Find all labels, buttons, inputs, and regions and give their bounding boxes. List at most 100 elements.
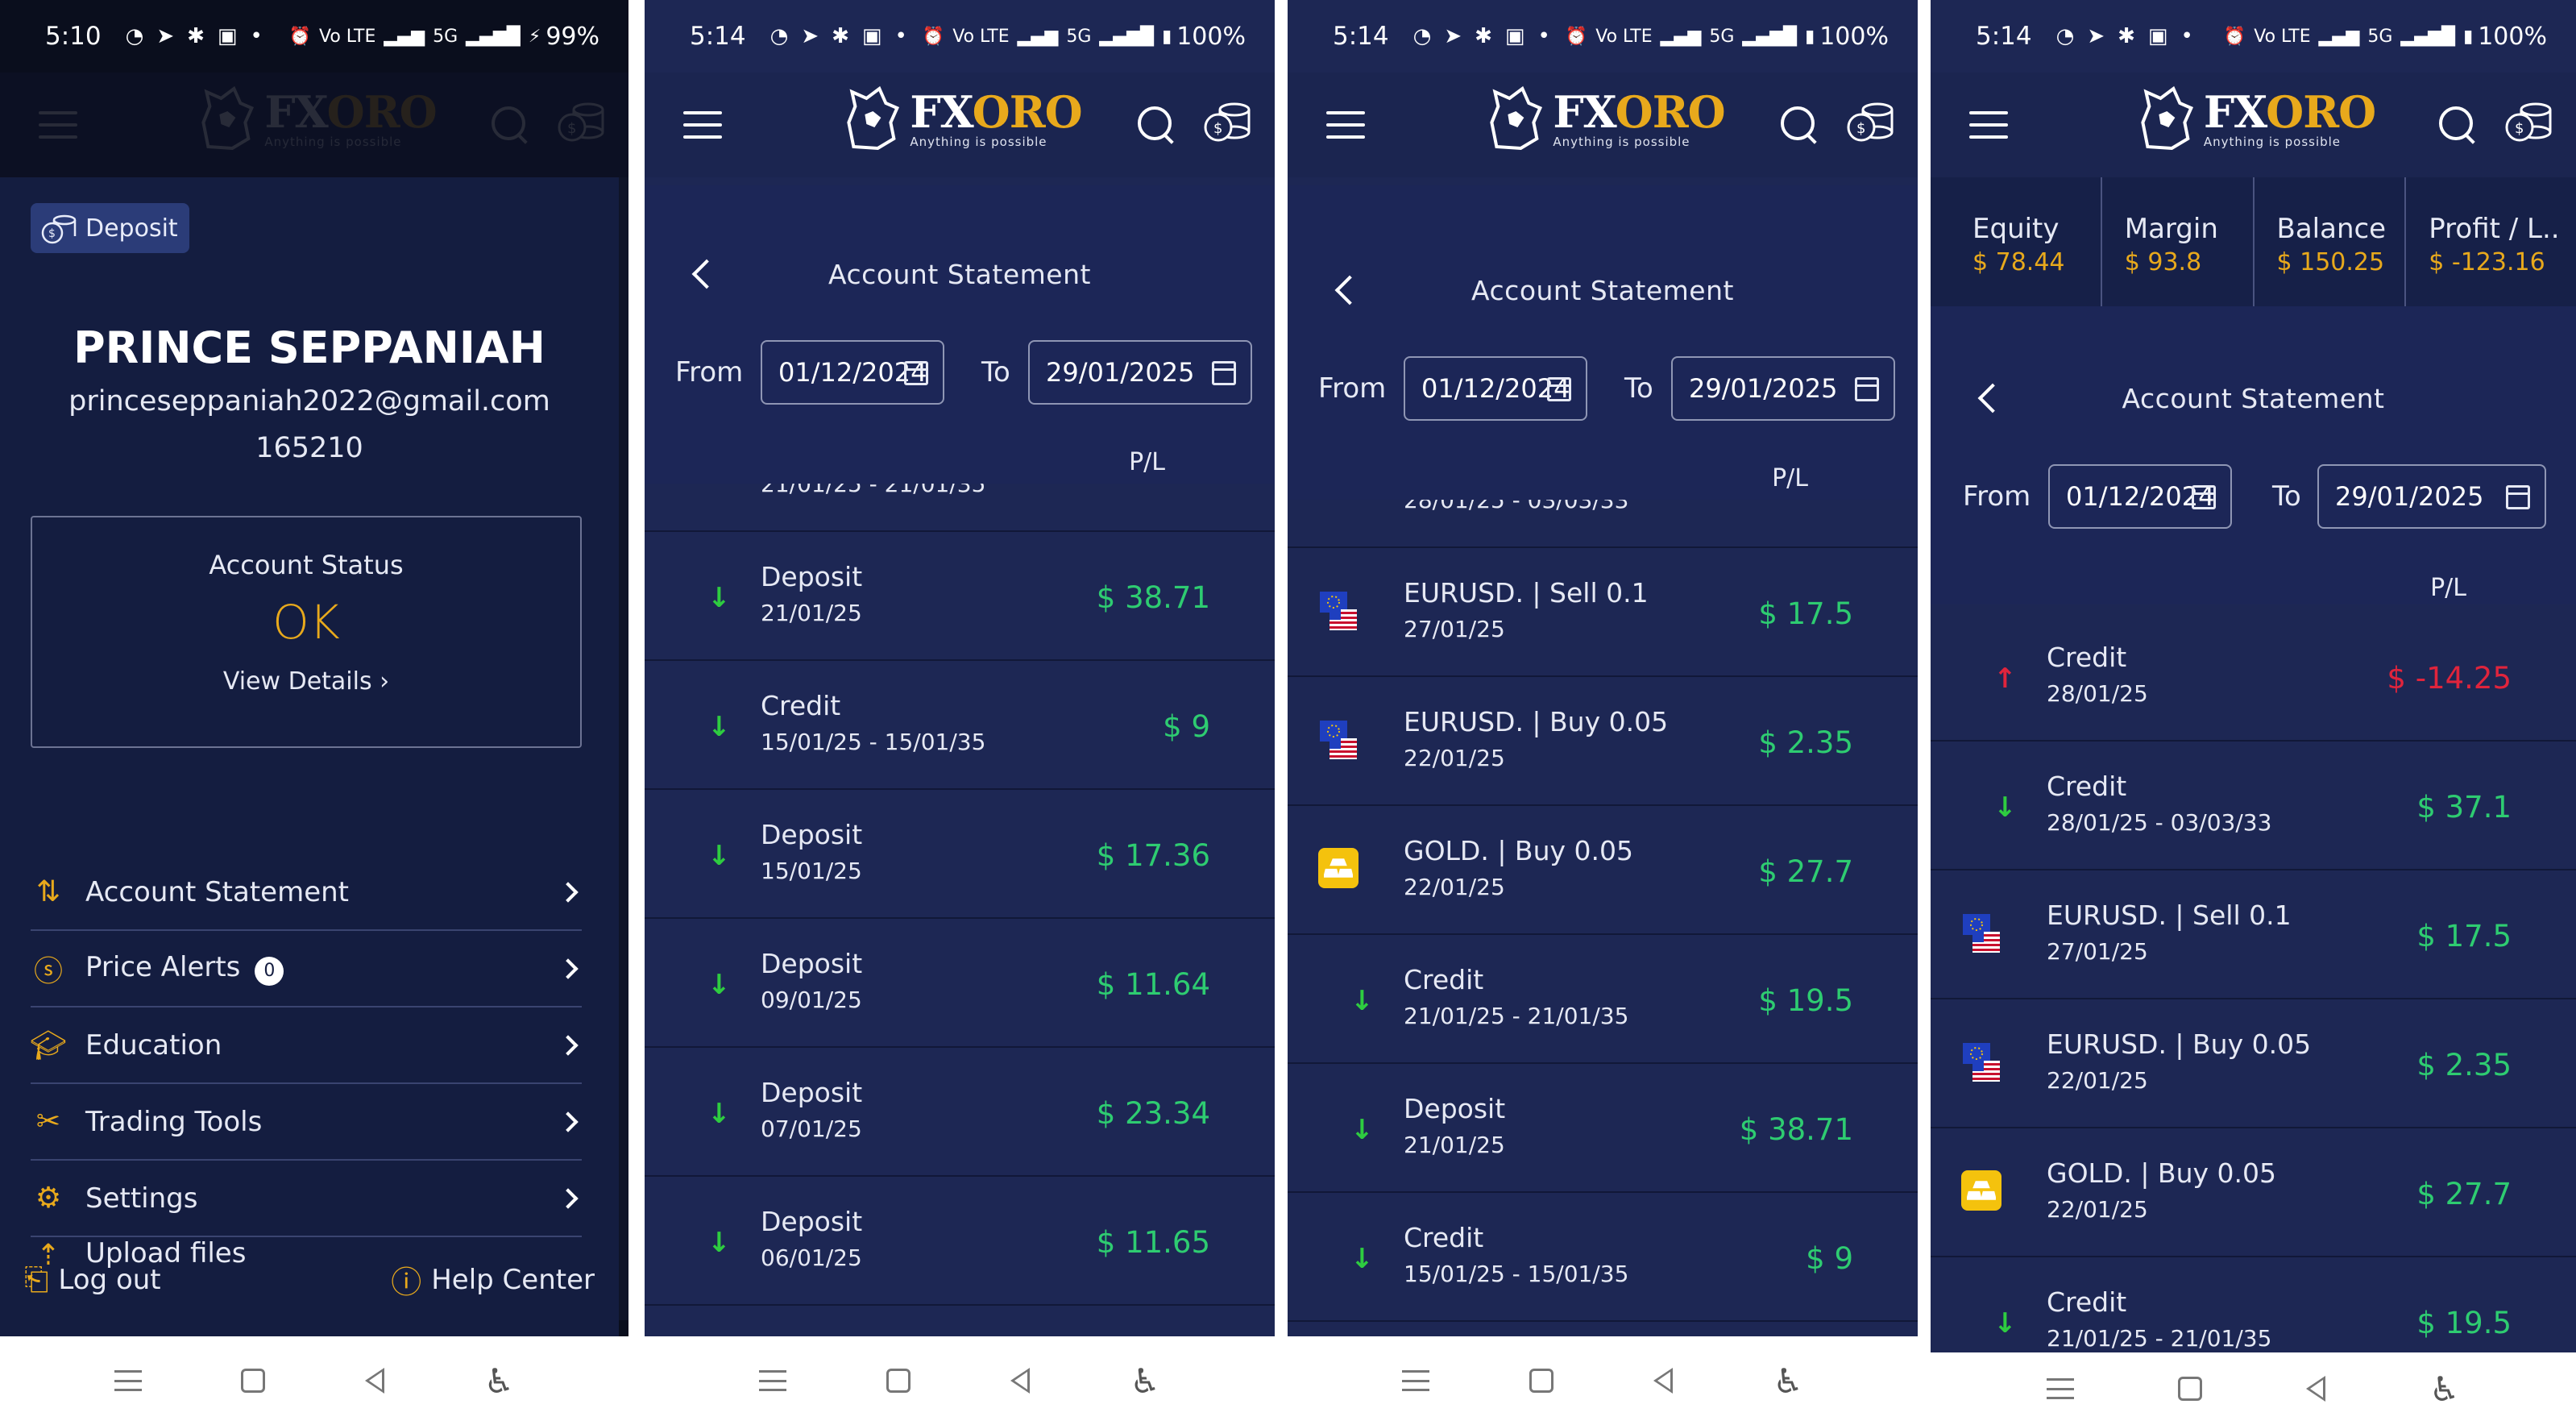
- menu-icon[interactable]: [1969, 111, 2008, 139]
- gear-icon: ⚙: [35, 1182, 62, 1215]
- account-metrics-bar: Equity $ 78.44 Margin $ 93.8 Balance $ 1…: [1931, 177, 2576, 306]
- row-title: Credit: [2047, 771, 2127, 802]
- help-center-button[interactable]: ⓘ Help Center: [391, 1257, 595, 1302]
- page-title: Account Statement: [2122, 382, 2385, 414]
- row-date: 28/01/25 - 03/03/33: [1404, 500, 1629, 513]
- home-icon[interactable]: [886, 1369, 911, 1393]
- recents-icon[interactable]: [1402, 1370, 1430, 1391]
- brand-oro: ORO: [2266, 86, 2376, 138]
- statement-row[interactable]: ↓Credit28/01/25 - 03/03/33$ 37.1: [1931, 742, 2576, 870]
- to-label: To: [2272, 480, 2301, 513]
- view-details-link[interactable]: View Details ›: [32, 667, 580, 696]
- to-date-field[interactable]: 29/01/2025: [1028, 340, 1252, 405]
- menu-icon[interactable]: [1326, 111, 1365, 139]
- back-nav-icon[interactable]: [1653, 1368, 1674, 1394]
- search-icon[interactable]: [1777, 103, 1818, 143]
- row-date: 22/01/25: [1404, 874, 1505, 900]
- statement-row[interactable]: ↓ Deposit 09/01/25 $ 11.64: [645, 919, 1275, 1048]
- brand-oro: ORO: [1615, 86, 1726, 138]
- statement-row[interactable]: ↓ Deposit 21/01/25 $ 38.71: [1288, 1064, 1918, 1193]
- row-amount: $ 23.34: [1096, 1096, 1210, 1131]
- sidebar-footer: ⎗ Log out ⓘ Help Center: [24, 1257, 595, 1302]
- content-dim-overlay[interactable]: [619, 177, 628, 1320]
- to-date-field[interactable]: 29/01/2025: [1671, 356, 1895, 421]
- from-date-field[interactable]: 01/12/2024: [1404, 356, 1587, 421]
- statement-row[interactable]: ↓ Credit 15/01/25 - 15/01/35 $ 9: [645, 661, 1275, 790]
- signal-icon: ▂▄▆: [1660, 26, 1702, 47]
- brand-tagline: Anything is possible: [2203, 135, 2342, 149]
- row-date: 06/01/25: [761, 1244, 862, 1271]
- row-date: 21/01/25 - 21/01/35: [1404, 1003, 1629, 1029]
- accessibility-icon[interactable]: ♿︎: [484, 1361, 515, 1401]
- statement-row[interactable]: ↓ Deposit 15/01/25 $ 17.36: [645, 790, 1275, 919]
- statement-row[interactable]: ↓ Deposit 07/01/25 $ 23.34: [645, 1048, 1275, 1177]
- deposit-button[interactable]: $ Deposit: [31, 203, 189, 253]
- recents-icon[interactable]: [114, 1370, 142, 1391]
- logout-button[interactable]: ⎗ Log out: [24, 1257, 161, 1302]
- arrow-down-icon: ↓: [1993, 1307, 2017, 1340]
- home-icon[interactable]: [1529, 1369, 1554, 1393]
- row-title: Deposit: [761, 561, 863, 592]
- coins-icon[interactable]: $: [1845, 100, 1895, 147]
- account-status-card: Account Status OK View Details ›: [31, 516, 582, 748]
- back-nav-icon[interactable]: [364, 1368, 384, 1394]
- app-header: FXORO Anything is possible $: [1288, 73, 1918, 177]
- battery-level: 100%: [2478, 22, 2547, 51]
- whatsapp-icon: ◔: [125, 24, 144, 48]
- home-icon[interactable]: [241, 1369, 266, 1393]
- statement-row[interactable]: EURUSD. | Buy 0.05 22/01/25 $ 2.35: [1288, 677, 1918, 806]
- sidebar-menu: ⇅ Account Statement ⓢ Price Alerts 0 🎓︎ E…: [30, 854, 582, 1269]
- statement-row[interactable]: EURUSD. | Sell 0.1 27/01/25 $ 17.5: [1931, 870, 2576, 999]
- to-date-field[interactable]: 29/01/2025: [2317, 464, 2546, 529]
- coins-icon[interactable]: $: [2503, 100, 2553, 147]
- row-date: 21/01/25: [761, 600, 862, 626]
- app-header: FXORO Anything is possible $: [645, 73, 1275, 177]
- svg-text:$: $: [1856, 120, 1865, 137]
- statement-row[interactable]: ↓Credit21/01/25 - 21/01/35$ 19.5: [1931, 1257, 2576, 1352]
- search-icon[interactable]: [2436, 103, 2476, 143]
- row-title: EURUSD. | Buy 0.05: [2047, 1028, 2312, 1060]
- accessibility-icon[interactable]: ♿︎: [1130, 1361, 1160, 1401]
- coins-icon[interactable]: $: [1202, 100, 1252, 147]
- back-nav-icon[interactable]: [2306, 1376, 2326, 1402]
- sidebar-item-account-statement[interactable]: ⇅ Account Statement: [31, 854, 582, 931]
- sidebar-item-trading-tools[interactable]: ✂ Trading Tools: [31, 1084, 582, 1161]
- sidebar-item-education[interactable]: 🎓︎ Education: [30, 1007, 582, 1084]
- row-amount: $ 38.71: [1096, 580, 1210, 615]
- home-icon[interactable]: [2178, 1377, 2203, 1401]
- from-label: From: [675, 356, 744, 388]
- row-date: 22/01/25: [1404, 745, 1505, 771]
- recents-icon[interactable]: [759, 1370, 787, 1391]
- accessibility-icon[interactable]: ♿︎: [2429, 1369, 2460, 1409]
- row-title: Deposit: [1404, 1093, 1506, 1124]
- statement-row[interactable]: ↓ Deposit 21/01/25 $ 38.71: [645, 532, 1275, 661]
- row-date: 28/01/25 - 03/03/33: [2047, 809, 2272, 836]
- statement-row[interactable]: ↓Credit21/01/25 - 21/01/35$ 19.5: [1288, 935, 1918, 1064]
- alarm-icon: ⏰: [922, 26, 945, 47]
- statement-row[interactable]: ↓ Deposit 06/01/25 $ 11.65: [645, 1177, 1275, 1306]
- page-title: Account Statement: [828, 258, 1091, 290]
- statement-row[interactable]: GOLD. | Buy 0.05 22/01/25 $ 27.7: [1931, 1128, 2576, 1257]
- from-date-field[interactable]: 01/12/2024: [2048, 464, 2232, 529]
- row-title: Credit: [1404, 964, 1484, 995]
- from-date-field[interactable]: 01/12/2024: [761, 340, 944, 405]
- recents-icon[interactable]: [2047, 1378, 2075, 1399]
- menu-icon[interactable]: [683, 111, 722, 139]
- sidebar-item-settings[interactable]: ⚙ Settings: [31, 1161, 582, 1237]
- statement-row[interactable]: EURUSD. | Buy 0.05 22/01/25 $ 2.35: [1931, 999, 2576, 1128]
- statement-row[interactable]: ↓Credit21/01/25 - 21/01/35$ 19.5: [645, 484, 1275, 532]
- chevron-right-icon: [558, 1034, 579, 1056]
- back-nav-icon[interactable]: [1010, 1368, 1031, 1394]
- brand-fx: FX: [1553, 86, 1616, 138]
- statement-row[interactable]: GOLD. | Buy 0.05 22/01/25 $ 27.7: [1288, 806, 1918, 935]
- statement-row[interactable]: ↓Credit28/01/25 - 03/03/33$ 37.1: [1288, 500, 1918, 548]
- statement-row[interactable]: ↑ Credit 28/01/25 $ -14.25: [1931, 613, 2576, 742]
- alarm-icon: ⏰: [1565, 26, 1588, 47]
- statement-row[interactable]: ↓ Credit 15/01/25 - 15/01/35 $ 9: [1288, 1193, 1918, 1322]
- search-icon[interactable]: [1135, 103, 1175, 143]
- statement-row[interactable]: EURUSD. | Sell 0.1 27/01/25 $ 17.5: [1288, 548, 1918, 677]
- screen-statement-2: 5:14 ◔ ➤ ✱ ▣ • ⏰ Vo LTE ▂▄▆ 5G ▂▄▆█ ▮ 100% FXORO …: [1288, 0, 1918, 1425]
- metric-label: Margin: [2124, 213, 2218, 245]
- sidebar-item-price-alerts[interactable]: ⓢ Price Alerts 0: [31, 931, 582, 1007]
- accessibility-icon[interactable]: ♿︎: [1773, 1361, 1803, 1401]
